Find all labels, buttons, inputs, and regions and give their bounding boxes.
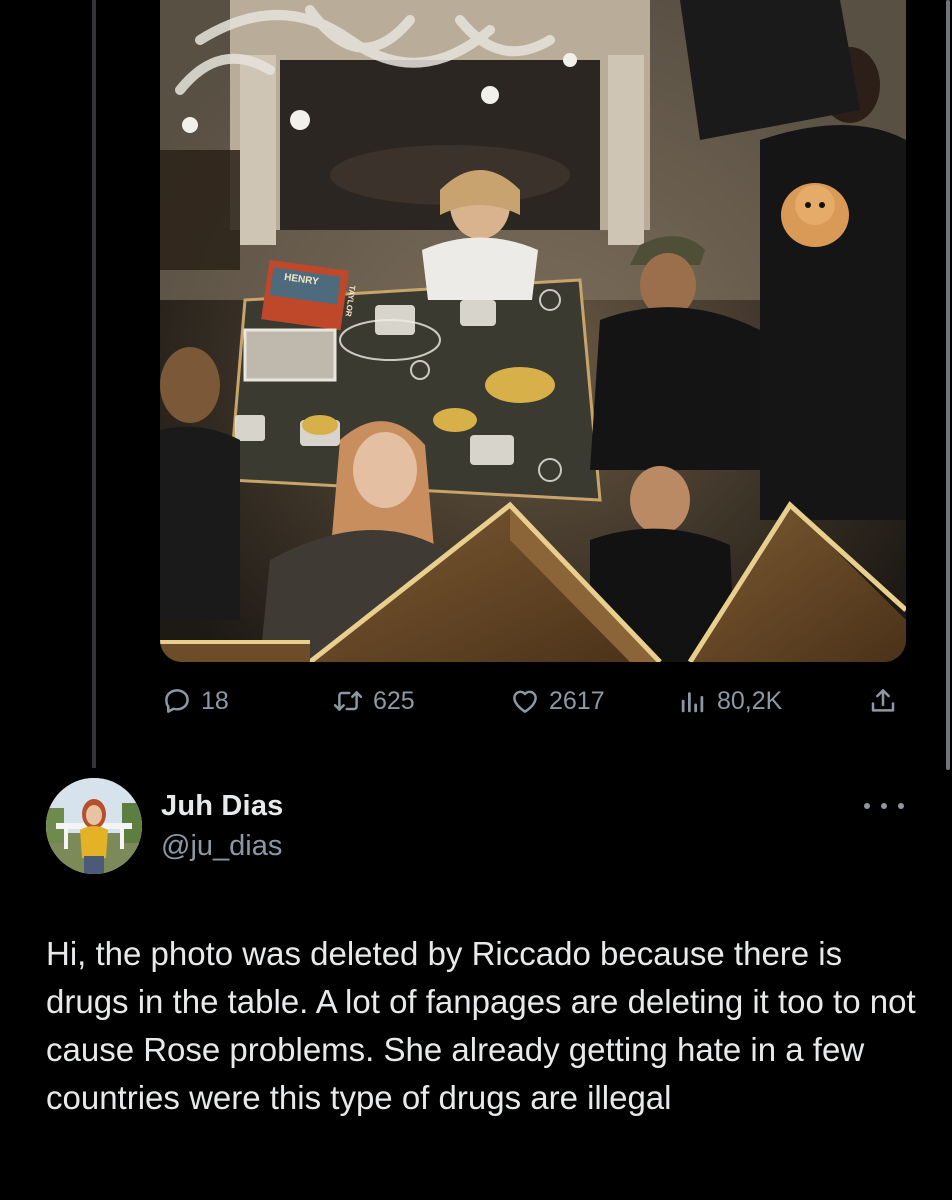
like-count: 2617 — [549, 686, 605, 715]
tweet-photo-image: HENRY TAYLOR — [160, 0, 906, 662]
scrollbar-thumb[interactable] — [946, 0, 950, 770]
scrollbar[interactable] — [944, 0, 952, 770]
tweet-photo[interactable]: HENRY TAYLOR — [160, 0, 906, 662]
retweet-count: 625 — [373, 686, 415, 715]
retweet-icon — [333, 691, 363, 711]
like-button[interactable]: 2617 — [510, 678, 605, 724]
author-name[interactable]: Juh Dias — [161, 790, 283, 823]
share-icon — [871, 689, 895, 712]
reply-icon — [165, 689, 189, 713]
author-handle[interactable]: @ju_dias — [161, 830, 282, 863]
tweet-action-bar: 18 625 2617 80,2K — [160, 678, 906, 724]
reply-count: 18 — [201, 686, 229, 715]
views-button[interactable]: 80,2K — [678, 678, 782, 724]
reply-button[interactable]: 18 — [162, 678, 229, 724]
share-button[interactable] — [868, 678, 898, 724]
avatar[interactable] — [46, 778, 142, 874]
more-icon — [881, 803, 887, 809]
more-icon — [864, 803, 870, 809]
views-icon — [681, 692, 704, 713]
tweet-text: Hi, the photo was deleted by Riccado bec… — [46, 935, 916, 1116]
views-count: 80,2K — [717, 686, 783, 715]
like-icon — [513, 690, 537, 713]
avatar-image — [46, 778, 142, 874]
thread-line — [92, 0, 96, 768]
more-options-button[interactable] — [864, 792, 904, 820]
more-icon — [898, 803, 904, 809]
retweet-button[interactable]: 625 — [332, 678, 415, 724]
